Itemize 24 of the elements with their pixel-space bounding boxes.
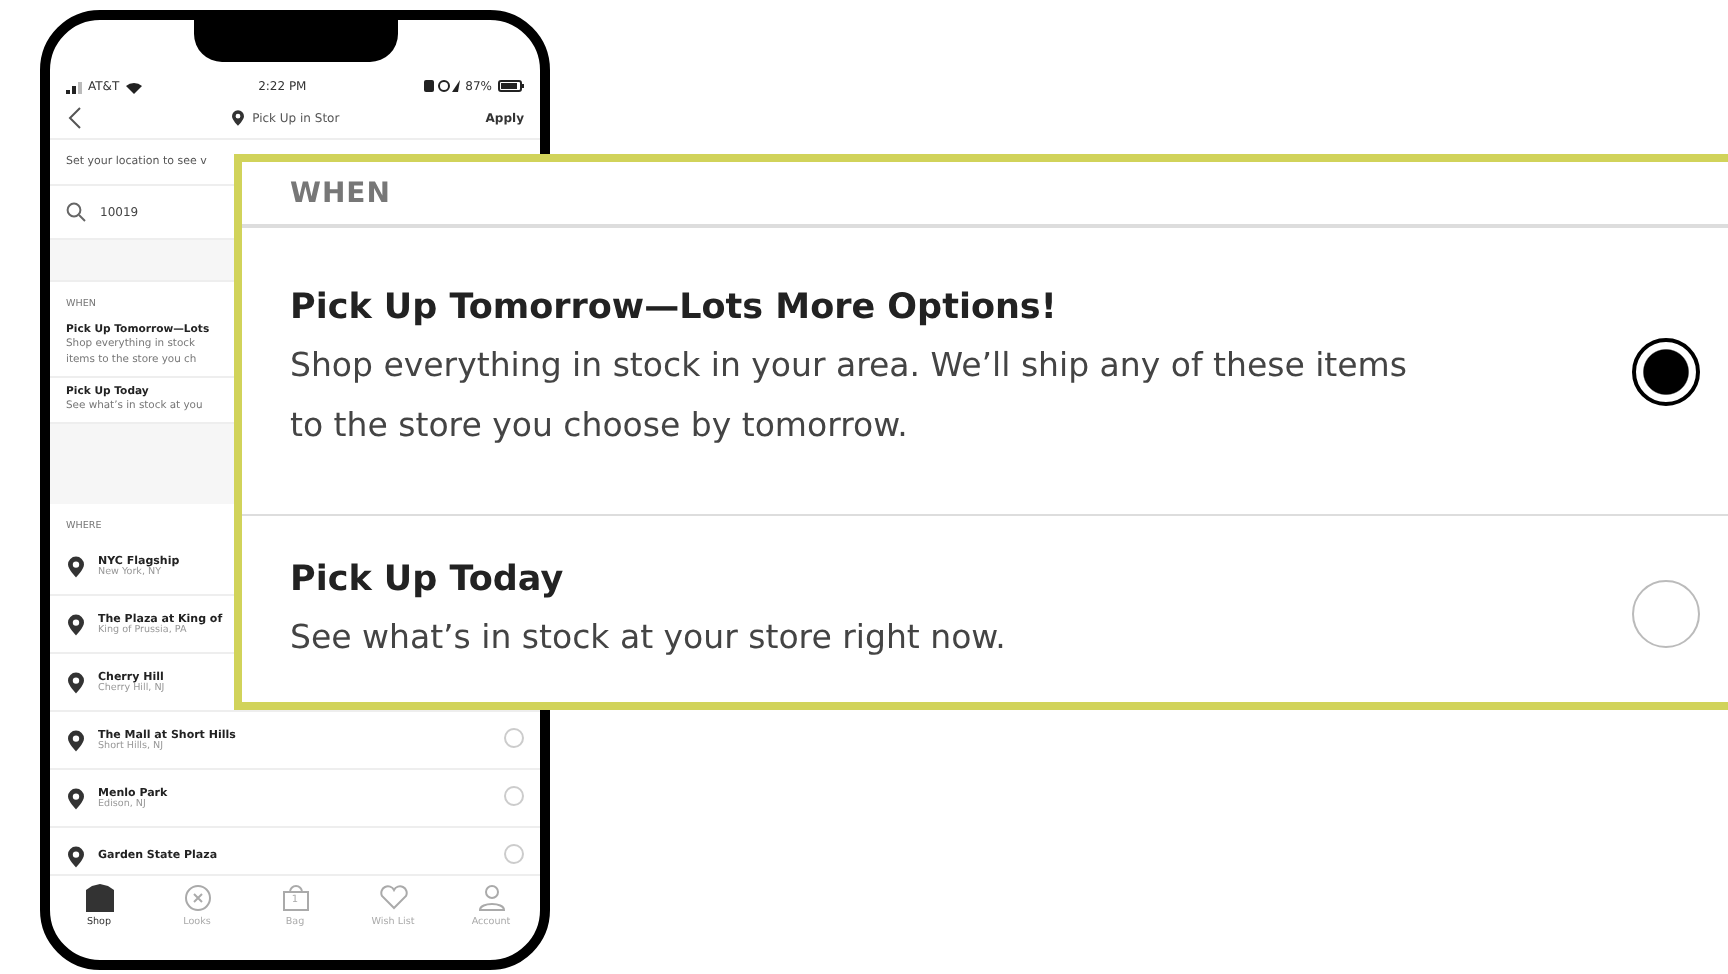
person-icon xyxy=(477,884,505,912)
option-description: See what’s in stock at your store right now. xyxy=(290,616,1008,660)
radio-button[interactable] xyxy=(1632,337,1700,405)
heart-icon xyxy=(379,884,407,912)
pin-icon xyxy=(68,845,84,867)
signal-icon xyxy=(66,79,82,93)
battery-icon xyxy=(498,80,524,92)
search-icon xyxy=(66,202,86,222)
back-icon[interactable] xyxy=(66,106,86,130)
pin-icon xyxy=(68,787,84,809)
x-circle-icon xyxy=(183,884,211,912)
status-icons-icon xyxy=(423,79,460,93)
pin-icon xyxy=(232,110,245,126)
radio-button[interactable] xyxy=(1632,580,1700,648)
option-title: Pick Up Today xyxy=(290,560,566,600)
sweater-icon xyxy=(85,884,113,912)
option-title: Pick Up Tomorrow—Lots More Options! xyxy=(290,287,1059,327)
pin-icon xyxy=(68,671,84,693)
option-description: Shop everything in stock in your area. We’ll ship any of these items to the store you choose by tomorrow. xyxy=(290,343,1409,447)
section-heading: WHEN xyxy=(242,162,1728,228)
pin-icon xyxy=(68,555,84,577)
pin-icon xyxy=(68,613,84,635)
pin-icon xyxy=(68,729,84,751)
wifi-icon xyxy=(125,79,142,93)
